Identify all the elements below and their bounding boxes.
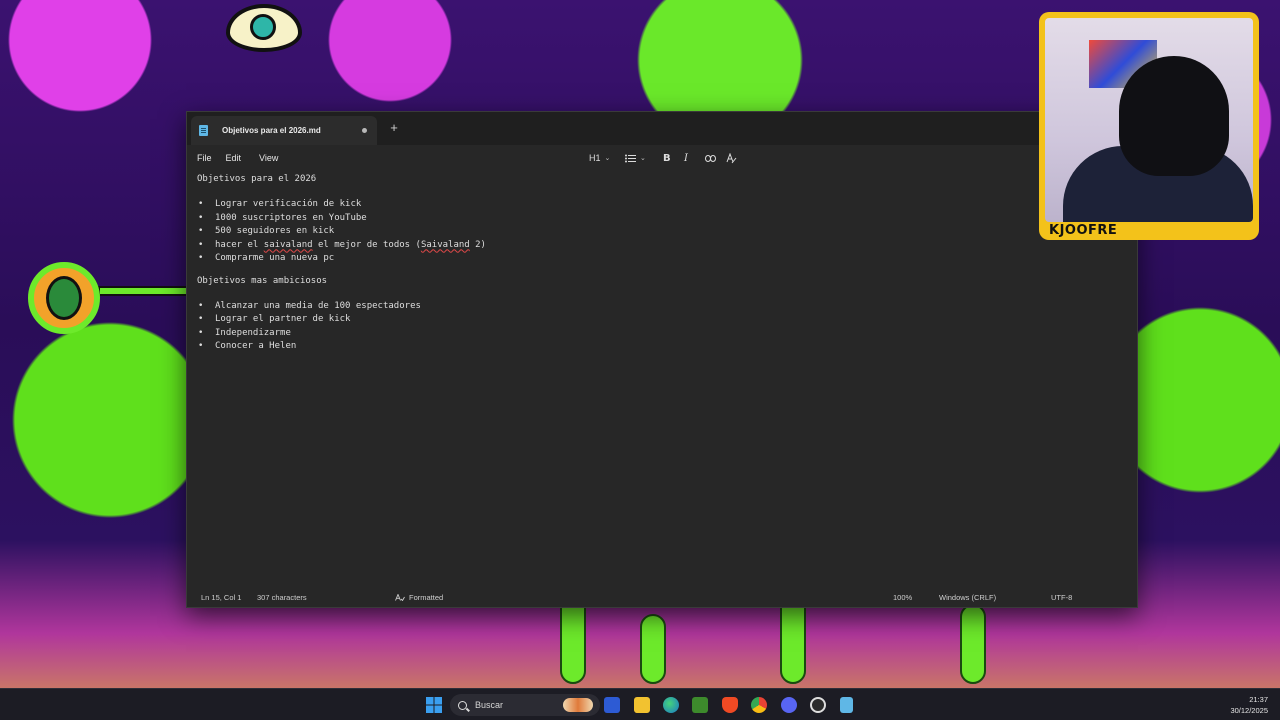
system-clock[interactable]: 21:37 30/12/2025: [1230, 694, 1268, 716]
list-item: • Lograr el partner de kick: [198, 314, 351, 325]
menu-view[interactable]: View: [259, 151, 278, 165]
taskbar: Buscar 21:37 30/12/2025: [0, 688, 1280, 720]
wallpaper-drip: [960, 604, 986, 684]
tab-document[interactable]: Objetivos para el 2026.md: [191, 116, 377, 145]
link-button[interactable]: [705, 151, 726, 165]
list-icon: [625, 154, 636, 162]
markdown-icon: [395, 594, 405, 601]
clear-formatting-icon: [726, 152, 737, 163]
discord-icon[interactable]: [781, 697, 797, 713]
search-icon: [458, 700, 467, 710]
heading-ambitious-objectives: Objetivos mas ambiciosos: [197, 276, 328, 287]
store-icon[interactable]: [604, 697, 620, 713]
bold-button[interactable]: B: [663, 151, 684, 165]
heading-label: H1: [589, 153, 601, 163]
formatted-toggle[interactable]: Formatted: [395, 593, 443, 602]
chevron-down-icon: ⌄: [604, 155, 611, 162]
bold-icon: B: [663, 152, 671, 164]
webcam-feed: [1045, 18, 1253, 222]
title-bar: Objetivos para el 2026.md +: [187, 112, 1137, 145]
wallpaper-staff: [98, 286, 193, 296]
search-placeholder: Buscar: [475, 700, 504, 710]
menu-file[interactable]: File: [197, 151, 212, 165]
text-editor[interactable]: Objetivos para el 2026 • Lograr verificac…: [187, 170, 1137, 587]
edge-icon[interactable]: [663, 697, 679, 713]
list-item-text: hacer el saivaland el mejor de todos (Sa…: [215, 239, 486, 250]
link-icon: [705, 154, 716, 162]
windows-start-icon[interactable]: [426, 697, 442, 713]
clock-time: 21:37: [1249, 695, 1268, 704]
list-item: • Lograr verificación de kick: [198, 199, 362, 210]
new-tab-button[interactable]: +: [387, 120, 401, 136]
italic-button[interactable]: I: [684, 151, 705, 165]
brave-icon[interactable]: [722, 697, 738, 713]
italic-icon: I: [684, 152, 688, 164]
line-endings[interactable]: Windows (CRLF): [939, 593, 996, 602]
streamer-name: KJOOFRE: [1049, 223, 1118, 238]
search-highlight-icon[interactable]: [563, 698, 593, 712]
menu-bar: File Edit View H1 ⌄ ⌄ B I: [187, 145, 1137, 170]
list-item: • hacer el saivaland el mejor de todos (S…: [197, 239, 1127, 252]
tab-title: Objetivos para el 2026.md: [222, 126, 321, 135]
list-item: • 500 seguidores en kick: [198, 226, 335, 237]
format-toolbar: H1 ⌄ ⌄ B I: [589, 151, 747, 165]
character-count: 307 characters: [257, 593, 307, 602]
webcam-overlay: KJOOFRE: [1039, 12, 1259, 240]
notepad-icon: [199, 125, 208, 136]
wallpaper-drip: [640, 614, 666, 684]
file-explorer-icon[interactable]: [634, 697, 650, 713]
obs-icon[interactable]: [810, 697, 826, 713]
unsaved-dot-icon[interactable]: [362, 128, 367, 133]
wallpaper-eye-iris: [250, 14, 276, 40]
list-dropdown[interactable]: ⌄: [625, 151, 663, 165]
status-bar: Ln 15, Col 1 307 characters Formatted 10…: [187, 587, 1137, 607]
format-mode-label: Formatted: [409, 593, 444, 602]
list-item: • 1000 suscriptores en YouTube: [198, 212, 367, 223]
chrome-icon[interactable]: [751, 697, 767, 713]
chevron-down-icon: ⌄: [640, 155, 646, 162]
notepad-taskbar-icon[interactable]: [840, 697, 853, 713]
zoom-level[interactable]: 100%: [893, 593, 912, 602]
list-item: • Conocer a Helen: [198, 340, 297, 351]
heading-dropdown[interactable]: H1 ⌄: [589, 151, 625, 165]
notepad-window: Objetivos para el 2026.md + File Edit Vi…: [186, 111, 1138, 608]
wallpaper-eye-core: [46, 276, 82, 320]
list-item: • Alcanzar una media de 100 espectadores: [198, 300, 421, 311]
encoding[interactable]: UTF-8: [1051, 593, 1072, 602]
minecraft-icon[interactable]: [692, 697, 708, 713]
clear-formatting-button[interactable]: [726, 151, 747, 165]
clock-date: 30/12/2025: [1230, 706, 1268, 715]
menu-edit[interactable]: Edit: [226, 151, 242, 165]
streamer-head: [1119, 56, 1229, 176]
list-item: • Comprarme una nueva pc: [198, 252, 335, 263]
cursor-position: Ln 15, Col 1: [201, 593, 242, 602]
list-item: • Independizarme: [198, 327, 291, 338]
heading-objectives-2026: Objetivos para el 2026: [197, 174, 317, 184]
